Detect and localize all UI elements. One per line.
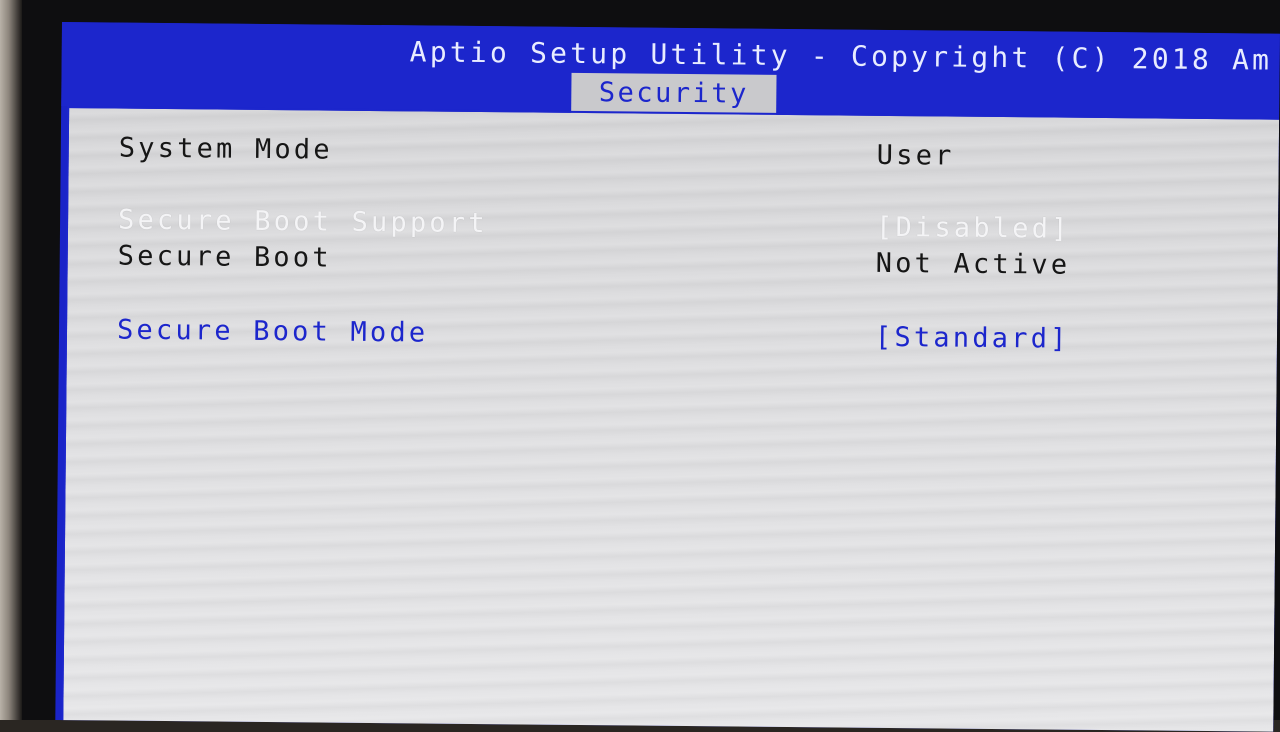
secure-boot-support-value: [Disabled] — [875, 211, 1071, 245]
secure-boot-label: Secure Boot — [117, 240, 332, 274]
secure-boot-value: Not Active — [875, 247, 1071, 281]
secure-boot-support-label: Secure Boot Support — [117, 204, 488, 240]
secure-boot-mode-value[interactable]: [Standard] — [875, 322, 1070, 355]
system-mode-value: User — [876, 139, 955, 172]
secure-boot-mode-label[interactable]: Secure Boot Mode — [117, 315, 429, 349]
system-mode-label: System Mode — [118, 132, 333, 166]
tab-security[interactable]: Security — [571, 72, 777, 115]
bios-screen: Aptio Setup Utility - Copyright (C) 2018… — [55, 22, 1280, 732]
setting-row-secure-boot-mode[interactable]: Secure Boot Mode [Standard] — [67, 314, 1279, 366]
setting-row-system-mode: System Mode User — [69, 132, 1280, 184]
title-bar: Aptio Setup Utility - Copyright (C) 2018… — [61, 22, 1280, 118]
utility-title: Aptio Setup Utility - Copyright (C) 2018… — [409, 35, 1273, 77]
settings-panel: System Mode User Secure Boot Support [Di… — [61, 106, 1280, 732]
monitor-bezel-left — [0, 0, 22, 720]
